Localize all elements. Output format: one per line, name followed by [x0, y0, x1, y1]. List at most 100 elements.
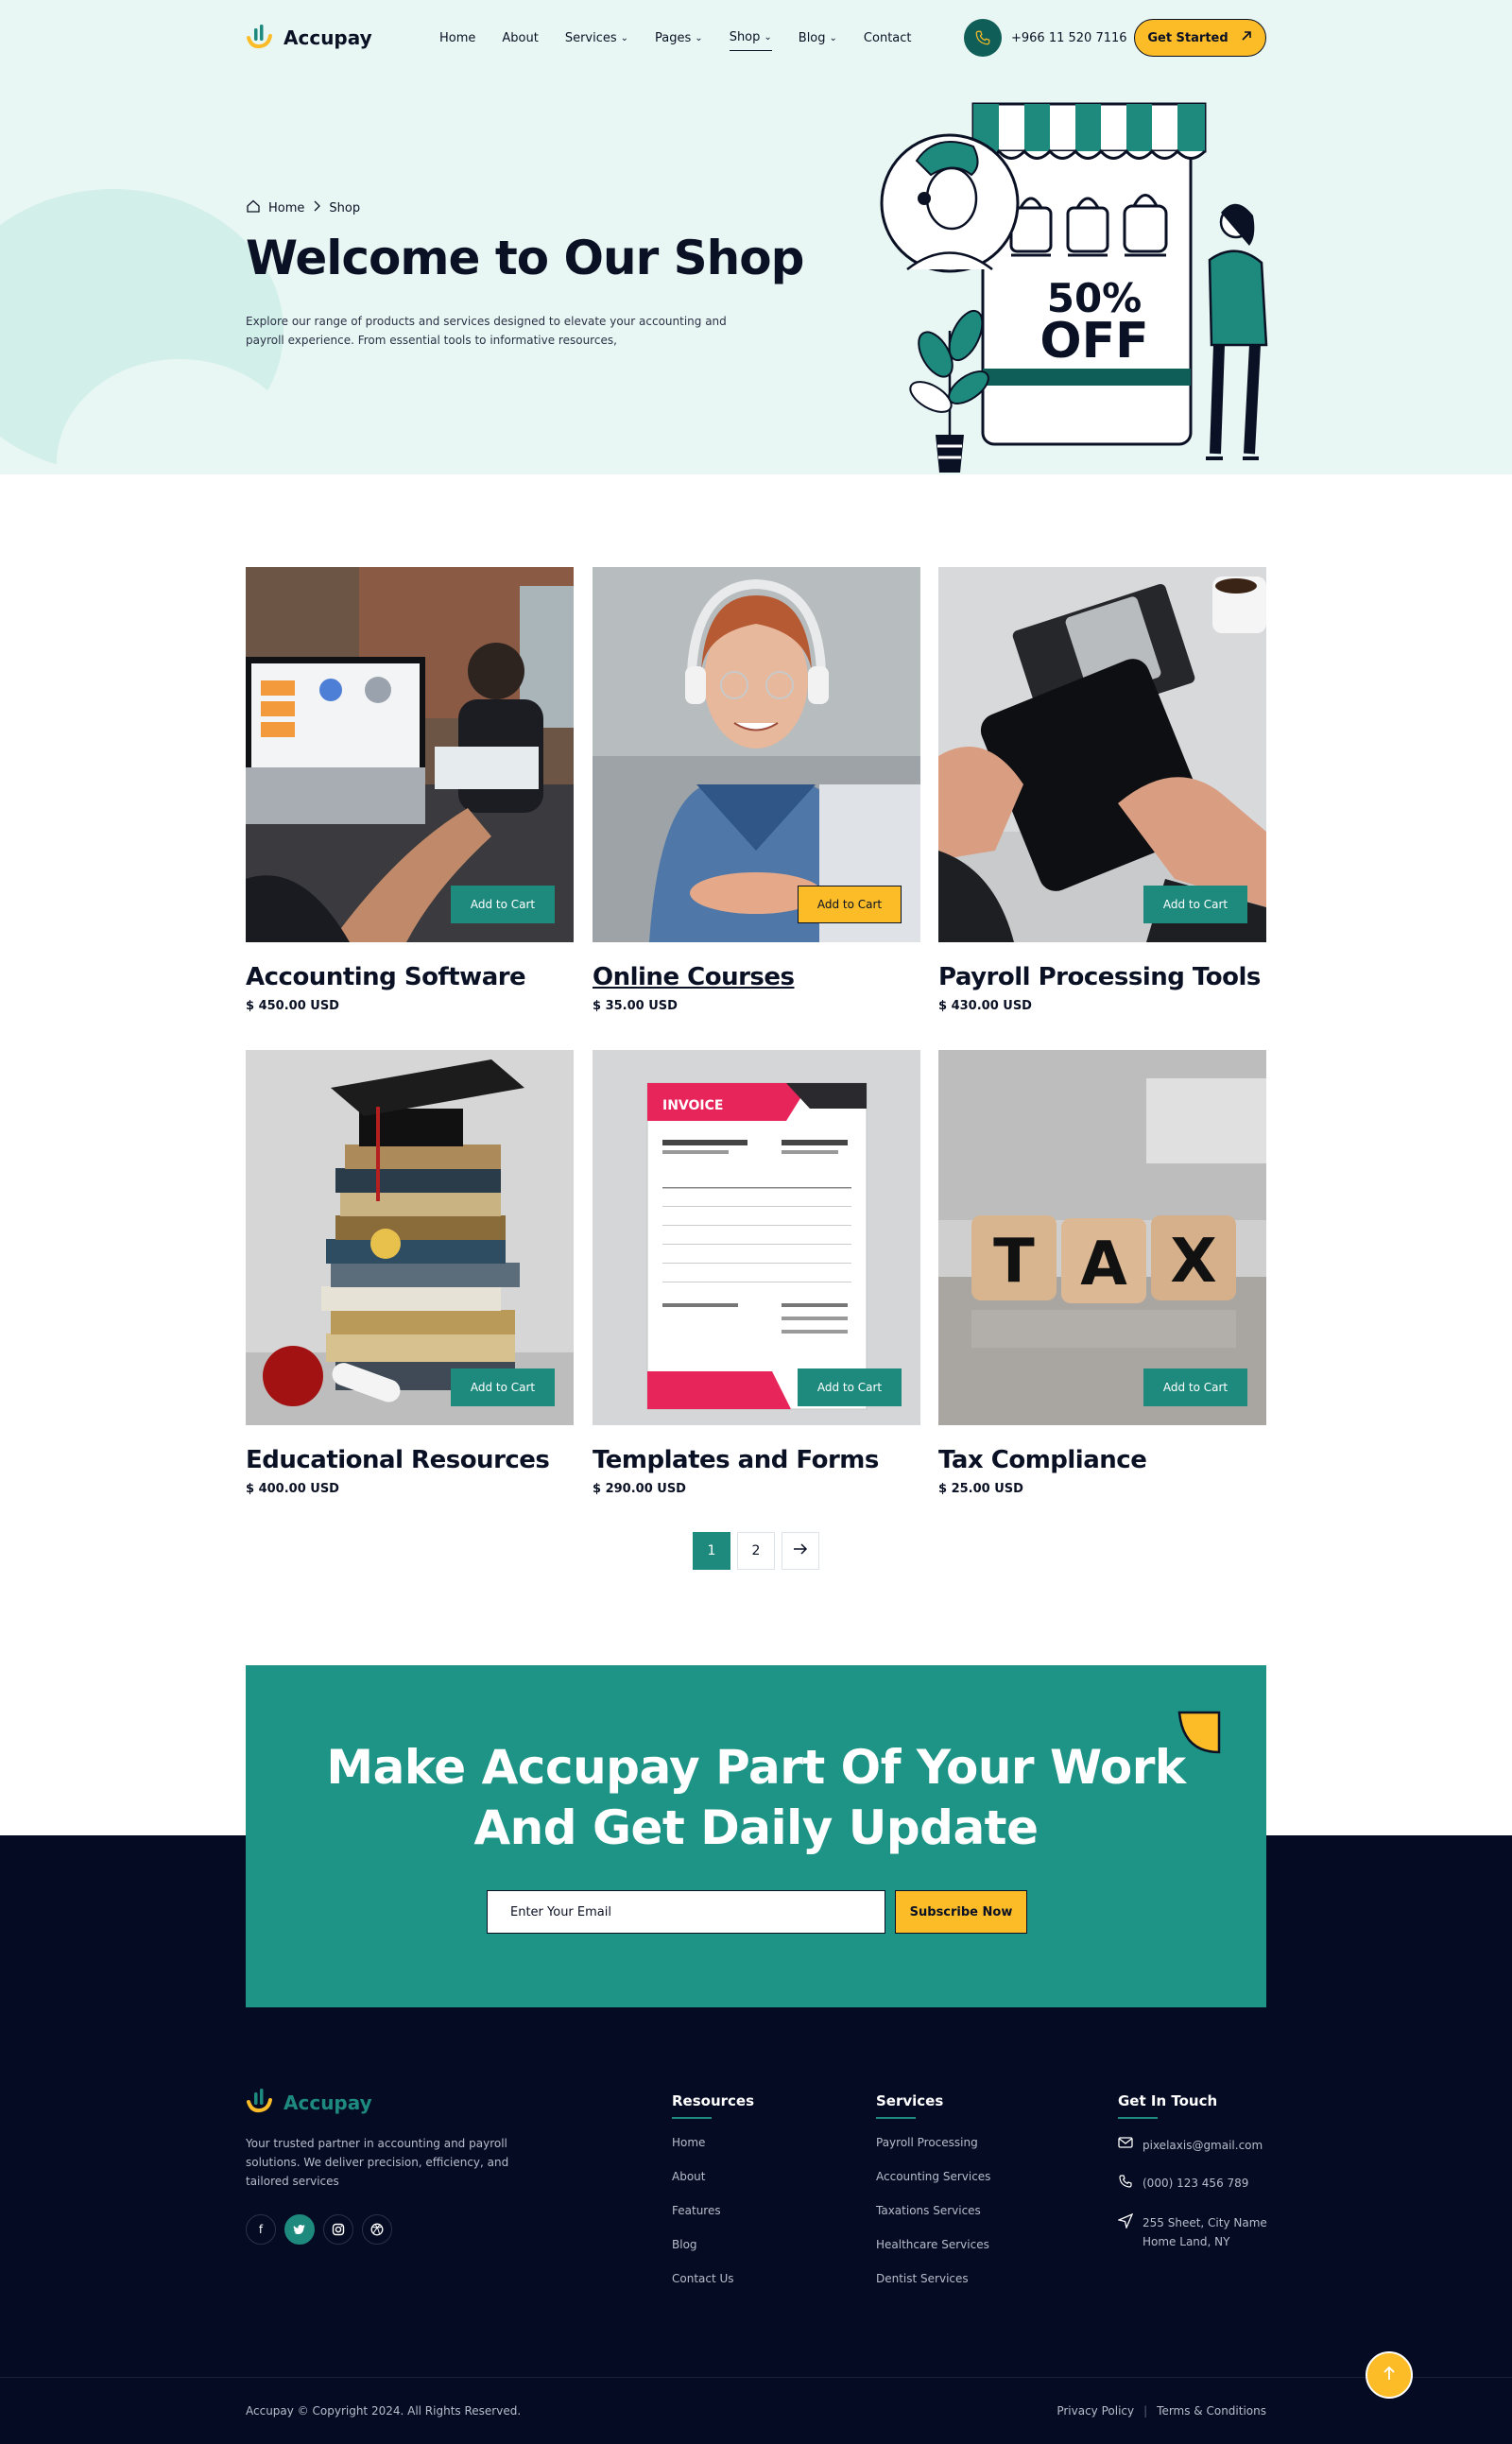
newsletter-form: Subscribe Now	[487, 1890, 1027, 1934]
footer-resources-column: Resources Home About Features Blog Conta…	[672, 2092, 754, 2306]
invoice-label: INVOICE	[662, 1098, 723, 1113]
tax-letter: T	[993, 1227, 1035, 1297]
footer-link-home[interactable]: Home	[672, 2136, 754, 2149]
twitter-icon[interactable]	[284, 2214, 315, 2245]
nav-item-label: Pages	[655, 30, 692, 45]
chevron-down-icon: ⌄	[695, 32, 703, 43]
footer-link-about[interactable]: About	[672, 2170, 754, 2183]
nav-item-pages[interactable]: Pages ⌄	[655, 25, 703, 51]
terms-link[interactable]: Terms & Conditions	[1157, 2404, 1266, 2418]
footer-title-underline	[1118, 2117, 1158, 2119]
footer-link-features[interactable]: Features	[672, 2204, 754, 2217]
facebook-icon[interactable]: f	[246, 2214, 276, 2245]
nav-item-contact[interactable]: Contact	[864, 25, 912, 51]
arrow-right-icon	[793, 1543, 808, 1558]
footer-contact-column: Get In Touch pixelaxis@gmail.com (000) 1…	[1116, 2092, 1267, 2270]
scroll-to-top-button[interactable]	[1366, 2351, 1413, 2399]
logo-icon	[246, 23, 274, 53]
product-card: Add to Cart Educational Resources $ 400.…	[246, 1050, 574, 1496]
footer-column-title: Services	[876, 2092, 944, 2109]
page-title: Welcome to Our Shop	[246, 231, 804, 285]
nav-item-label: About	[502, 30, 539, 45]
nav-item-home[interactable]: Home	[439, 25, 475, 51]
breadcrumb-home-link[interactable]: Home	[268, 201, 304, 215]
product-price: $ 400.00 USD	[246, 1482, 339, 1496]
footer-link-payroll[interactable]: Payroll Processing	[876, 2136, 990, 2149]
footer-divider	[0, 2377, 1512, 2378]
get-started-label: Get Started	[1147, 30, 1228, 45]
add-to-cart-button[interactable]: Add to Cart	[451, 886, 555, 923]
footer-logo[interactable]: Accupay	[246, 2087, 372, 2118]
product-image[interactable]: Add to Cart	[938, 567, 1266, 942]
nav-item-blog[interactable]: Blog ⌄	[799, 25, 837, 51]
newsletter-cta: Make Accupay Part Of Your Work And Get D…	[246, 1665, 1266, 2007]
add-to-cart-button[interactable]: Add to Cart	[1143, 1368, 1247, 1406]
footer-link-dentist[interactable]: Dentist Services	[876, 2272, 990, 2285]
footer-title-underline	[876, 2117, 916, 2119]
footer-link-contact[interactable]: Contact Us	[672, 2272, 754, 2285]
product-image[interactable]: INVOICE Add to Cart	[593, 1050, 920, 1425]
footer-address-text: 255 Sheet, City Name Home Land, NY	[1143, 2213, 1267, 2251]
sale-off: OFF	[1040, 313, 1148, 370]
mail-icon	[1118, 2136, 1133, 2155]
phone-icon	[964, 19, 1002, 57]
product-price: $ 290.00 USD	[593, 1482, 686, 1496]
privacy-policy-link[interactable]: Privacy Policy	[1057, 2404, 1134, 2418]
email-input[interactable]	[487, 1890, 885, 1934]
nav-item-services[interactable]: Services ⌄	[565, 25, 628, 51]
brand-logo[interactable]: Accupay	[246, 23, 372, 53]
arrow-up-icon	[1382, 2365, 1397, 2385]
home-icon	[246, 198, 261, 217]
main-menu: Home About Services ⌄ Pages ⌄ Shop ⌄ Blog ⌄ …	[439, 25, 912, 51]
product-title[interactable]: Online Courses	[593, 963, 920, 991]
footer-services-column: Services Payroll Processing Accounting S…	[876, 2092, 990, 2306]
get-started-button[interactable]: Get Started	[1134, 19, 1266, 57]
footer-link-accounting[interactable]: Accounting Services	[876, 2170, 990, 2183]
nav-item-shop[interactable]: Shop ⌄	[729, 25, 772, 51]
next-page-button[interactable]	[782, 1532, 819, 1570]
chevron-down-icon: ⌄	[829, 32, 837, 43]
product-price: $ 450.00 USD	[246, 999, 339, 1013]
product-image[interactable]: Add to Cart	[593, 567, 920, 942]
product-title[interactable]: Templates and Forms	[593, 1446, 920, 1474]
breadcrumb: Home Shop	[246, 198, 360, 217]
add-to-cart-button[interactable]: Add to Cart	[798, 886, 902, 923]
product-card: T A X Add to Cart Tax Compliance $ 25.00…	[938, 1050, 1266, 1496]
separator: |	[1143, 2404, 1148, 2418]
page-button-1[interactable]: 1	[693, 1532, 730, 1570]
send-icon	[1116, 2212, 1134, 2234]
product-image[interactable]: T A X Add to Cart	[938, 1050, 1266, 1425]
phone-number: +966 11 520 7116	[1011, 30, 1127, 45]
add-to-cart-button[interactable]: Add to Cart	[1143, 886, 1247, 923]
footer-link-blog[interactable]: Blog	[672, 2238, 754, 2251]
nav-item-label: Blog	[798, 30, 826, 45]
footer-phone-text: (000) 123 456 789	[1143, 2177, 1249, 2190]
footer-phone[interactable]: (000) 123 456 789	[1118, 2174, 1267, 2194]
phone-contact[interactable]: +966 11 520 7116	[964, 19, 1127, 57]
add-to-cart-button[interactable]: Add to Cart	[798, 1368, 902, 1406]
nav-item-about[interactable]: About	[502, 25, 538, 51]
logo-icon	[246, 2087, 274, 2118]
subscribe-button[interactable]: Subscribe Now	[895, 1890, 1027, 1934]
footer-email[interactable]: pixelaxis@gmail.com	[1118, 2136, 1267, 2155]
product-title[interactable]: Tax Compliance	[938, 1446, 1266, 1474]
product-image[interactable]: Add to Cart	[246, 1050, 574, 1425]
product-card: Add to Cart Online Courses $ 35.00 USD	[593, 567, 920, 1013]
nav-item-label: Home	[439, 30, 476, 45]
footer-link-taxations[interactable]: Taxations Services	[876, 2204, 990, 2217]
product-image[interactable]: Add to Cart	[246, 567, 574, 942]
footer-column-title: Get In Touch	[1118, 2092, 1218, 2109]
instagram-icon[interactable]	[323, 2214, 353, 2245]
product-title[interactable]: Payroll Processing Tools	[938, 963, 1266, 991]
add-to-cart-button[interactable]: Add to Cart	[451, 1368, 555, 1406]
product-price: $ 25.00 USD	[938, 1482, 1023, 1496]
footer-address: 255 Sheet, City Name Home Land, NY	[1116, 2212, 1267, 2251]
footer-link-healthcare[interactable]: Healthcare Services	[876, 2238, 990, 2251]
footer-column-title: Resources	[672, 2092, 755, 2109]
product-title[interactable]: Accounting Software	[246, 963, 574, 991]
address-line: Home Land, NY	[1143, 2235, 1230, 2248]
dribbble-icon[interactable]	[362, 2214, 392, 2245]
tax-letter: A	[1080, 1230, 1127, 1299]
page-button-2[interactable]: 2	[737, 1532, 775, 1570]
product-title[interactable]: Educational Resources	[246, 1446, 574, 1474]
